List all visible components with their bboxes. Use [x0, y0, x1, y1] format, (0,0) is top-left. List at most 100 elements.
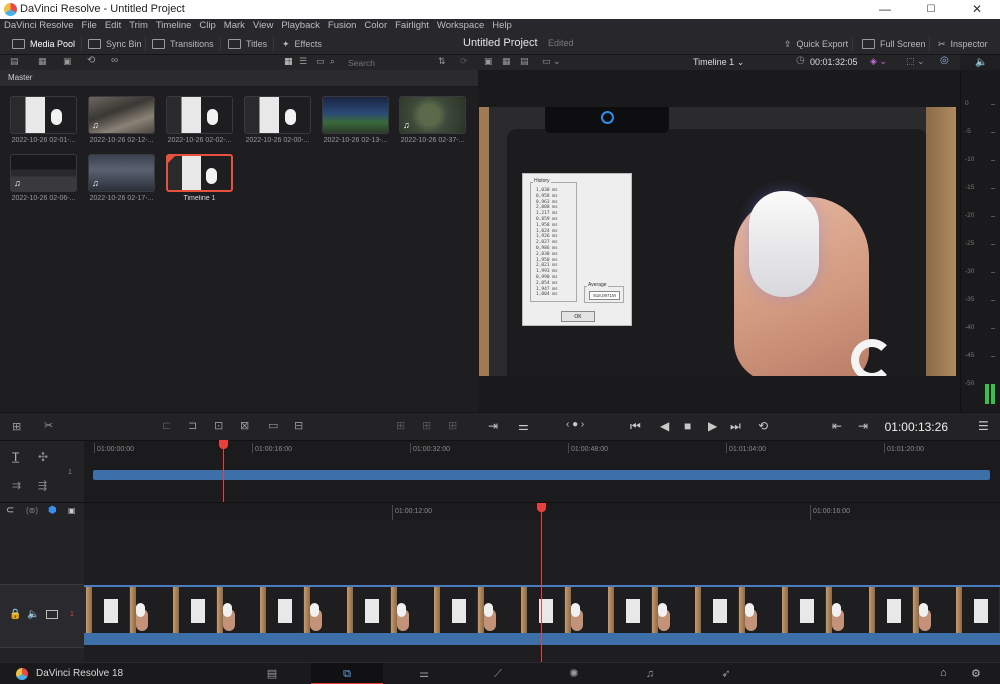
menu-timeline[interactable]: Timeline: [152, 19, 196, 33]
settings-icon[interactable]: ⚙: [971, 667, 981, 680]
cut-transition-icon[interactable]: ⊞: [448, 419, 457, 432]
transform-tool-icon[interactable]: ✣: [38, 450, 48, 464]
viewer-mode-icon[interactable]: ▤: [520, 56, 529, 67]
menu-help[interactable]: Help: [488, 19, 516, 33]
media-clip[interactable]: 2022-10-26 02-02-...: [166, 96, 233, 144]
lower-playhead[interactable]: [541, 510, 542, 662]
source-overwrite-icon[interactable]: ⊟: [294, 419, 303, 432]
audio-tool-icon[interactable]: ⇉: [12, 479, 21, 492]
menu-file[interactable]: File: [78, 19, 101, 33]
audio-clip-strip[interactable]: [84, 633, 1000, 645]
media-clip[interactable]: 2022-10-26 02-00-...: [244, 96, 311, 144]
speaker-icon[interactable]: 🔈: [975, 57, 987, 68]
menu-view[interactable]: View: [249, 19, 277, 33]
settings-sliders-icon[interactable]: ⚌: [518, 419, 529, 433]
minimize-button[interactable]: —: [862, 0, 908, 19]
media-clip[interactable]: 2022-10-26 02-13-...: [322, 96, 389, 144]
deliver-page-icon[interactable]: ➶: [690, 663, 762, 684]
text-tool-icon[interactable]: T̲: [12, 450, 19, 464]
upper-timeline-track[interactable]: [93, 470, 990, 480]
media-clip[interactable]: 2022-10-26 02-01-...: [10, 96, 77, 144]
fusion-page-icon[interactable]: ⟋: [462, 663, 534, 684]
import-media-icon[interactable]: ▤: [10, 56, 19, 67]
inspector-button[interactable]: ✂ Inspector: [938, 33, 988, 55]
append-icon[interactable]: ⊐: [188, 419, 197, 432]
titles-button[interactable]: Titles: [228, 33, 267, 55]
timeline-selector[interactable]: Timeline 1 ⌄: [693, 57, 744, 68]
media-pool-button[interactable]: Media Pool: [12, 33, 75, 55]
link-icon[interactable]: ∞: [111, 55, 118, 66]
stop-button[interactable]: ■: [684, 419, 691, 433]
close-button[interactable]: ✕: [954, 0, 1000, 19]
go-to-start-button[interactable]: ⏮: [630, 419, 641, 434]
color-page-icon[interactable]: ✺: [538, 663, 610, 684]
full-screen-button[interactable]: Full Screen: [862, 33, 926, 55]
menu-davinci-resolve[interactable]: DaVinci Resolve: [0, 19, 78, 33]
loop-button[interactable]: ⟲: [758, 419, 768, 433]
video-clip-strip[interactable]: [84, 585, 1000, 633]
sync-icon[interactable]: ⟲: [87, 55, 95, 66]
safe-area-icon[interactable]: ▣: [484, 56, 493, 67]
home-icon[interactable]: ⌂: [940, 667, 947, 679]
ripple-overwrite-icon[interactable]: ⊡: [214, 419, 223, 432]
link-clips-icon[interactable]: (⊚): [26, 506, 38, 515]
video-monitor-icon[interactable]: [46, 610, 58, 619]
search-input[interactable]: [348, 57, 428, 68]
fairlight-page-icon[interactable]: ♫: [614, 663, 686, 684]
dissolve-icon[interactable]: ⊞: [396, 419, 405, 432]
smart-insert-icon[interactable]: ⊏: [162, 419, 171, 432]
quick-export-button[interactable]: ⇪ Quick Export: [784, 33, 848, 55]
menu-fusion[interactable]: Fusion: [324, 19, 361, 33]
menu-fairlight[interactable]: Fairlight: [391, 19, 433, 33]
transform-icon[interactable]: ▭ ⌄: [542, 56, 561, 67]
menu-color[interactable]: Color: [360, 19, 391, 33]
video-preview[interactable]: 1,030 ms 0,958 ms 0,963 ms 2,008 ms 1,217 ms…: [479, 107, 956, 376]
menu-workspace[interactable]: Workspace: [433, 19, 488, 33]
go-to-end-button[interactable]: ⏭: [730, 419, 741, 434]
upper-playhead[interactable]: [223, 446, 224, 502]
previous-edit-button[interactable]: ⇤: [832, 419, 842, 433]
menu-clip[interactable]: Clip: [195, 19, 219, 33]
magnet-icon[interactable]: ⊂: [6, 505, 14, 516]
edit-page-icon[interactable]: ⚌: [388, 663, 460, 684]
smooth-cut-icon[interactable]: ⊞: [422, 419, 431, 432]
timeline-clip-selected[interactable]: Timeline 1: [166, 154, 233, 202]
menu-playback[interactable]: Playback: [277, 19, 324, 33]
new-bin-icon[interactable]: ▣: [63, 56, 72, 67]
filmstrip-view-icon[interactable]: ▭: [316, 56, 325, 67]
transitions-button[interactable]: Transitions: [152, 33, 214, 55]
upper-playhead-handle[interactable]: [219, 440, 228, 449]
play-reverse-button[interactable]: ◀: [660, 419, 669, 433]
color-toggle-icon[interactable]: ◈ ⌄: [870, 56, 887, 67]
media-clip[interactable]: ♫ 2022-10-26 02-37-...: [399, 96, 466, 144]
cut-page-icon[interactable]: ⧉: [311, 663, 383, 684]
sort-icon[interactable]: ⇅: [438, 56, 446, 67]
jog-control[interactable]: ‹ ● ›: [566, 419, 584, 430]
lower-playhead-handle[interactable]: [537, 503, 546, 512]
dynamic-zoom-icon[interactable]: ⇶: [38, 479, 47, 492]
audio-speaker-icon[interactable]: 🔈: [27, 609, 39, 620]
menu-edit[interactable]: Edit: [101, 19, 125, 33]
media-clip[interactable]: ♫ 2022-10-26 02-17-...: [88, 154, 155, 202]
place-on-top-icon[interactable]: ▭: [268, 419, 278, 432]
source-tape-icon[interactable]: ⇥: [488, 419, 498, 433]
sync-bin-button[interactable]: Sync Bin: [88, 33, 142, 55]
menu-mark[interactable]: Mark: [220, 19, 249, 33]
media-clip[interactable]: ♫ 2022-10-26 02-06-...: [10, 154, 77, 202]
import-folder-icon[interactable]: ▦: [38, 56, 47, 67]
grid-icon[interactable]: ▦: [502, 56, 511, 67]
list-view-icon[interactable]: ☰: [299, 56, 307, 67]
thumbnail-view-icon[interactable]: ▦: [284, 56, 293, 67]
scissors-icon[interactable]: ✂: [44, 419, 53, 432]
next-edit-button[interactable]: ⇥: [858, 419, 868, 433]
timeline-actions-icon[interactable]: ⊞: [12, 420, 21, 433]
menu-trim[interactable]: Trim: [125, 19, 152, 33]
media-page-icon[interactable]: ▤: [236, 663, 308, 684]
scopes-icon[interactable]: ◎: [940, 55, 949, 66]
play-button[interactable]: ▶: [708, 419, 717, 433]
flag-icon[interactable]: ⬢: [48, 505, 57, 516]
lock-icon[interactable]: 🔒: [9, 609, 21, 620]
close-up-icon[interactable]: ⊠: [240, 419, 249, 432]
media-clip[interactable]: ♫ 2022-10-26 02-12-...: [88, 96, 155, 144]
zoom-icon[interactable]: ⬚ ⌄: [906, 56, 925, 67]
